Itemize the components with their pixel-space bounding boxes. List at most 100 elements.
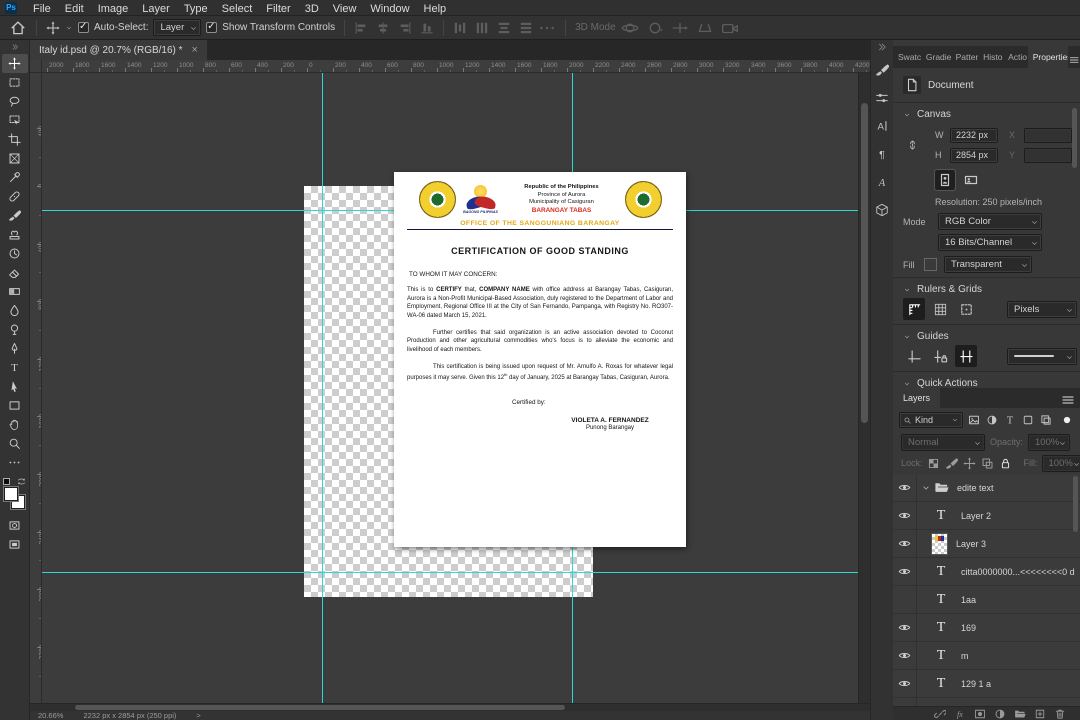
- panel-tab-patter[interactable]: Patter: [951, 46, 979, 68]
- tool-eyedropper[interactable]: [2, 168, 28, 187]
- 3d-pan-icon[interactable]: [671, 19, 689, 37]
- kind-filter-dropdown[interactable]: Kind: [899, 412, 963, 428]
- dock-para-button[interactable]: ¶: [872, 142, 893, 166]
- tool-clone-stamp[interactable]: [2, 225, 28, 244]
- layer-visibility-toggle[interactable]: [893, 697, 917, 706]
- layer-row[interactable]: T 1aa: [893, 585, 1080, 614]
- layer-row[interactable]: T Layer 2: [893, 501, 1080, 530]
- tool-marquee[interactable]: [2, 73, 28, 92]
- panel-menu-icon[interactable]: [1068, 52, 1080, 68]
- vertical-scrollbar-thumb[interactable]: [861, 103, 868, 423]
- status-chevron-icon[interactable]: >: [196, 711, 200, 720]
- menu-item-layer[interactable]: Layer: [135, 3, 177, 15]
- filter-pic-icon[interactable]: [966, 412, 982, 428]
- menu-item-3d[interactable]: 3D: [298, 3, 326, 15]
- tool-preset-chevron-icon[interactable]: [65, 24, 73, 32]
- grid-button[interactable]: [929, 298, 951, 320]
- tool-pen[interactable]: [2, 339, 28, 358]
- layer-row[interactable]: T01.01.1990: [893, 697, 1080, 706]
- layer-row[interactable]: Tm: [893, 641, 1080, 670]
- 3d-slide-icon[interactable]: [696, 19, 714, 37]
- link-dimensions-icon[interactable]: [906, 132, 919, 158]
- app-logo-icon[interactable]: Ps: [5, 1, 17, 14]
- mask-icon[interactable]: [974, 708, 986, 720]
- newlayer-icon[interactable]: [1034, 708, 1046, 720]
- lock-sqinsq-icon[interactable]: [981, 457, 994, 470]
- more-options-icon[interactable]: [538, 19, 556, 37]
- layer-visibility-toggle[interactable]: [893, 501, 917, 530]
- screen-mode-button[interactable]: [2, 535, 28, 554]
- filter-type-icon[interactable]: T: [1002, 412, 1018, 428]
- guidelock-button[interactable]: [929, 345, 951, 367]
- show-transform-checkbox[interactable]: [206, 21, 218, 33]
- tool-crop[interactable]: [2, 130, 28, 149]
- fill-swatch[interactable]: [924, 258, 937, 271]
- properties-scrollbar[interactable]: [1072, 108, 1078, 248]
- panel-tab-gradie[interactable]: Gradie: [921, 46, 951, 68]
- layer-visibility-toggle[interactable]: [893, 557, 917, 586]
- filter-adj-icon[interactable]: [984, 412, 1000, 428]
- layer-row[interactable]: T 129 1 a: [893, 669, 1080, 698]
- menu-item-window[interactable]: Window: [363, 3, 416, 15]
- canvas-section-header[interactable]: Canvas: [893, 103, 1080, 123]
- layer-visibility-toggle[interactable]: [893, 529, 917, 558]
- tool-move[interactable]: [1, 54, 28, 73]
- ruler-units-dropdown[interactable]: Pixels: [1007, 300, 1077, 318]
- dock-brushpanel-button[interactable]: [872, 58, 893, 82]
- auto-select-target-dropdown[interactable]: Layer: [153, 19, 202, 36]
- fx-icon[interactable]: fx: [954, 708, 966, 720]
- default-colors-icon[interactable]: [2, 478, 10, 485]
- folder-icon[interactable]: [1014, 708, 1026, 720]
- rulercorner-button[interactable]: [903, 298, 925, 320]
- tool-object-selection[interactable]: [2, 111, 28, 130]
- layer-visibility-toggle[interactable]: [893, 474, 917, 502]
- zoom-level-field[interactable]: 20.66%: [38, 711, 63, 720]
- filter-smartobj-icon[interactable]: [1038, 412, 1054, 428]
- layer-visibility-toggle[interactable]: [893, 613, 917, 642]
- distribute-3-icon[interactable]: [497, 21, 511, 35]
- ruler-horizontal[interactable]: 2000 1800 1600 1400 1200 1000 800 600 400 200 0 200…: [42, 60, 870, 73]
- tool-brush[interactable]: [2, 206, 28, 225]
- guide-vertical[interactable]: [322, 73, 323, 703]
- layer-visibility-toggle[interactable]: [893, 669, 917, 698]
- layer-visibility-toggle[interactable]: [893, 641, 917, 670]
- bit-depth-dropdown[interactable]: 16 Bits/Channel: [938, 234, 1042, 251]
- distribute-1-icon[interactable]: [453, 21, 467, 35]
- tool-healing-brush[interactable]: [2, 187, 28, 206]
- layer-row[interactable]: edite text: [893, 474, 1080, 502]
- layer-row[interactable]: T 169: [893, 613, 1080, 642]
- color-swatches[interactable]: [2, 477, 27, 512]
- menu-item-view[interactable]: View: [326, 3, 364, 15]
- document-tab[interactable]: Italy id.psd @ 20.7% (RGB/16) * ×: [30, 40, 207, 60]
- swap-colors-icon[interactable]: [17, 477, 26, 486]
- layers-scrollbar[interactable]: [1073, 476, 1079, 704]
- vertical-scrollbar[interactable]: [858, 73, 870, 703]
- tool-rectangle[interactable]: [2, 396, 28, 415]
- 3d-orbit-icon[interactable]: [621, 19, 639, 37]
- quick-mask-button[interactable]: [2, 516, 28, 535]
- menu-item-type[interactable]: Type: [177, 3, 215, 15]
- ruler-corner[interactable]: [30, 60, 42, 73]
- menu-item-help[interactable]: Help: [417, 3, 454, 15]
- landscape-orientation-icon[interactable]: [961, 170, 981, 190]
- trash-icon[interactable]: [1054, 708, 1066, 720]
- menu-item-edit[interactable]: Edit: [58, 3, 91, 15]
- canvas-viewport[interactable]: BAGONG PILIPINAS Republic of the Philipp…: [42, 73, 858, 703]
- fill-dropdown[interactable]: Transparent: [944, 256, 1032, 273]
- 3d-roll-icon[interactable]: [646, 19, 664, 37]
- portrait-orientation-icon[interactable]: [934, 169, 956, 191]
- tool-zoom[interactable]: [2, 434, 28, 453]
- layer-row[interactable]: Layer 3: [893, 529, 1080, 558]
- guide-style-dropdown[interactable]: [1007, 347, 1077, 365]
- 3d-camera-icon[interactable]: [721, 19, 739, 37]
- more-tools-button[interactable]: [2, 453, 28, 472]
- guidesx-button[interactable]: [903, 345, 925, 367]
- horizontal-scrollbar[interactable]: [30, 703, 870, 711]
- filter-shapesq-icon[interactable]: [1020, 412, 1036, 428]
- quick-actions-section-header[interactable]: Quick Actions: [893, 372, 1080, 388]
- tool-eraser[interactable]: [2, 263, 28, 282]
- align-bottom-icon[interactable]: [420, 21, 434, 35]
- align-center-h-icon[interactable]: [376, 21, 390, 35]
- dock-cube-button[interactable]: [872, 198, 893, 222]
- panel-tab-actio[interactable]: Actio: [1003, 46, 1028, 68]
